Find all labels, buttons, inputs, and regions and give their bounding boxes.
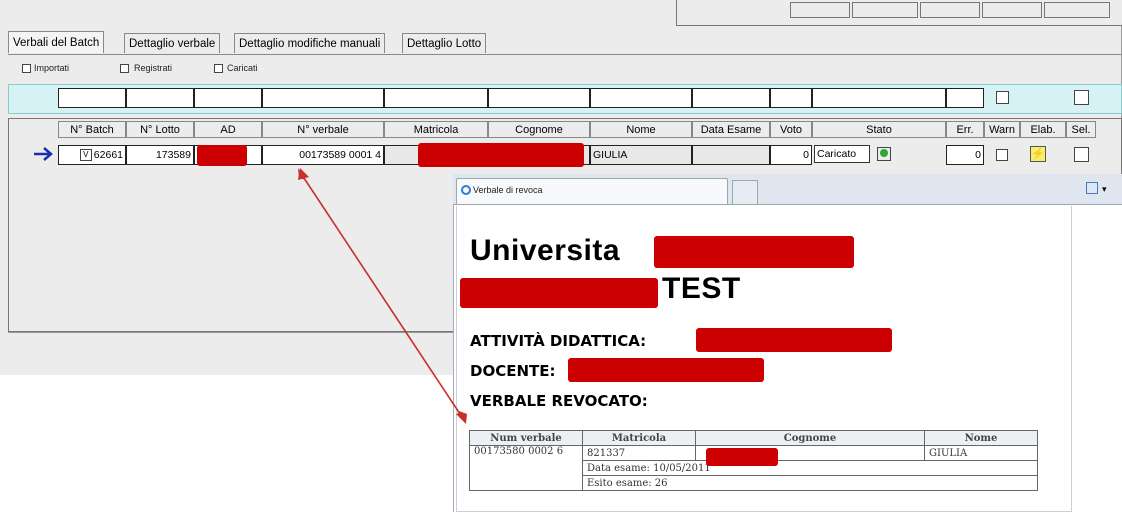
filter-stato-input[interactable] — [812, 88, 946, 108]
row-batch: 62661 — [93, 149, 123, 161]
label-importati: Importati — [34, 63, 70, 73]
td-nome: GIULIA — [924, 445, 1038, 461]
toolbar-button[interactable] — [920, 2, 980, 18]
toolbar-button[interactable] — [1044, 2, 1110, 18]
popup-tab[interactable]: Verbale di revoca — [456, 178, 728, 204]
tab-dettaglio-modifiche-manuali[interactable]: Dettaglio modifiche manuali — [234, 33, 386, 53]
toolbar-button[interactable] — [982, 2, 1042, 18]
filter-cognome-input[interactable] — [488, 88, 590, 108]
tab-verbali-del-batch[interactable]: Verbali del Batch — [8, 31, 105, 53]
redaction-docente — [568, 358, 764, 382]
page-title-line1: Universita — [470, 234, 621, 267]
checkbox-caricati[interactable] — [214, 64, 223, 73]
row-stato-select[interactable]: Caricato — [814, 145, 870, 163]
docente-label: DOCENTE: — [470, 362, 556, 380]
row-batch-cell[interactable]: V 62661 — [58, 145, 126, 165]
header-verbale[interactable]: N° verbale — [262, 121, 384, 138]
td-data-esame: Data esame: 10/05/2011 — [582, 460, 1038, 476]
row-err-cell[interactable]: 0 — [946, 145, 984, 165]
toolbar-button[interactable] — [790, 2, 850, 18]
header-data-esame[interactable]: Data Esame — [692, 121, 770, 138]
popup-tab-title: Verbale di revoca — [473, 185, 543, 195]
page-title-line2: TEST — [662, 272, 741, 305]
new-tab-button[interactable] — [732, 180, 758, 204]
toolbar-button[interactable] — [852, 2, 918, 18]
header-cognome[interactable]: Cognome — [488, 121, 590, 138]
row-warn-checkbox[interactable] — [996, 149, 1008, 161]
redaction-university-city — [460, 278, 658, 308]
header-nome[interactable]: Nome — [590, 121, 692, 138]
td-esito-esame: Esito esame: 26 — [582, 475, 1038, 491]
header-err[interactable]: Err. — [946, 121, 984, 138]
filter-sel-checkbox[interactable] — [1074, 90, 1089, 105]
row-data-esame-cell[interactable] — [692, 145, 770, 165]
page-menu-icon[interactable] — [1086, 182, 1098, 194]
status-green-icon — [876, 147, 891, 162]
row-verbale-cell[interactable]: 00173589 0001 4 — [262, 145, 384, 165]
row-sel-checkbox[interactable] — [1074, 147, 1089, 162]
th-nome: Nome — [924, 430, 1038, 446]
th-matricola: Matricola — [582, 430, 696, 446]
td-num-verbale: 00173580 0002 6 — [469, 445, 583, 491]
header-batch[interactable]: N° Batch — [58, 121, 126, 138]
redaction-cognome-popup — [706, 448, 778, 466]
redaction-attivita — [696, 328, 892, 352]
row-batch-flag-icon: V — [79, 149, 92, 162]
filter-ad-input[interactable] — [194, 88, 262, 108]
elab-lightning-icon[interactable]: ⚡ — [1030, 146, 1046, 162]
header-voto[interactable]: Voto — [770, 121, 812, 138]
redaction-ad — [197, 145, 247, 166]
header-stato[interactable]: Stato — [812, 121, 946, 138]
redaction-cognome — [418, 143, 584, 167]
tab-divider — [8, 54, 1122, 55]
ie-icon — [461, 185, 471, 195]
dropdown-caret-icon[interactable]: ▾ — [1102, 184, 1107, 195]
row-pointer-arrow-icon — [34, 147, 53, 161]
label-caricati: Caricati — [227, 63, 258, 73]
row-lotto-cell[interactable]: 173589 — [126, 145, 194, 165]
filter-voto-input[interactable] — [770, 88, 812, 108]
header-lotto[interactable]: N° Lotto — [126, 121, 194, 138]
header-elab[interactable]: Elab. — [1020, 121, 1066, 138]
header-matricola[interactable]: Matricola — [384, 121, 488, 138]
filter-nome-input[interactable] — [590, 88, 692, 108]
header-ad[interactable]: AD — [194, 121, 262, 138]
header-sel[interactable]: Sel. — [1066, 121, 1096, 138]
checkbox-registrati[interactable] — [120, 64, 129, 73]
th-num-verbale: Num verbale — [469, 430, 583, 446]
tab-dettaglio-lotto[interactable]: Dettaglio Lotto — [402, 33, 487, 53]
row-voto-cell[interactable]: 0 — [770, 145, 812, 165]
td-matricola: 821337 — [582, 445, 696, 461]
attivita-label: ATTIVITÀ DIDATTICA: — [470, 332, 647, 350]
header-warn[interactable]: Warn — [984, 121, 1020, 138]
filter-verbale-input[interactable] — [262, 88, 384, 108]
filter-data-esame-input[interactable] — [692, 88, 770, 108]
label-registrati: Registrati — [134, 63, 173, 73]
verbale-revocato-label: VERBALE REVOCATO: — [470, 392, 648, 410]
row-nome-cell[interactable]: GIULIA — [590, 145, 692, 165]
row-stato-cell[interactable]: Caricato — [812, 145, 946, 165]
filter-err-input[interactable] — [946, 88, 984, 108]
filter-matricola-input[interactable] — [384, 88, 488, 108]
filter-batch-input[interactable] — [58, 88, 126, 108]
th-cognome: Cognome — [695, 430, 925, 446]
tab-dettaglio-verbale[interactable]: Dettaglio verbale — [124, 33, 221, 53]
filter-warn-checkbox[interactable] — [996, 91, 1009, 104]
redaction-university-name — [654, 236, 854, 268]
checkbox-importati[interactable] — [22, 64, 31, 73]
filter-lotto-input[interactable] — [126, 88, 194, 108]
